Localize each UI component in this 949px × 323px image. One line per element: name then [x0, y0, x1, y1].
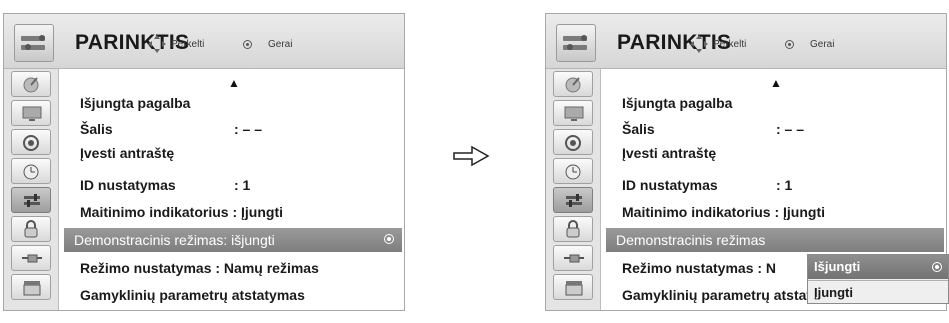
menu-item-country[interactable]: Šalis: – –	[80, 118, 400, 140]
monitor-icon[interactable]	[553, 100, 593, 126]
scroll-up-indicator[interactable]: ▲	[770, 76, 782, 90]
dpad-icon	[690, 35, 708, 53]
menu-item-help-off[interactable]: Išjungta pagalba	[80, 92, 400, 114]
menu-item-demo-mode[interactable]: Demonstracinis režimas	[606, 228, 944, 252]
input-plug-icon[interactable]	[11, 245, 51, 271]
lock-icon[interactable]	[11, 216, 51, 242]
scroll-up-indicator[interactable]: ▲	[228, 76, 240, 90]
menu-item-power-indicator[interactable]: Maitinimo indikatorius : Įjungti	[622, 201, 942, 223]
clock-icon[interactable]	[553, 158, 593, 184]
menu-sidebar	[4, 69, 59, 310]
clapper-icon[interactable]	[553, 274, 593, 300]
menu-item-id-setting[interactable]: ID nustatymas: 1	[80, 174, 400, 196]
dropdown-option-off[interactable]: Išjungti	[808, 255, 948, 279]
menu-item-country[interactable]: Šalis: – –	[622, 118, 942, 140]
ok-icon	[243, 40, 252, 49]
options-icon[interactable]	[553, 187, 593, 213]
transition-arrow-icon	[453, 145, 490, 167]
menu-item-help-off[interactable]: Išjungta pagalba	[622, 92, 942, 114]
options-menu-before: PARINKTIS Perkelti Gerai ▲ Išjungta paga…	[3, 13, 405, 311]
options-icon[interactable]	[11, 187, 51, 213]
menu-header: PARINKTIS Perkelti Gerai	[4, 14, 404, 69]
menu-item-factory-reset[interactable]: Gamyklinių parametrų atstatymas	[80, 284, 400, 306]
ok-icon	[785, 40, 794, 49]
selected-radio-icon	[384, 234, 394, 244]
menu-item-mode-setting[interactable]: Režimo nustatymas : Namų režimas	[80, 257, 400, 279]
satellite-icon[interactable]	[553, 71, 593, 97]
selected-radio-icon	[932, 262, 942, 272]
menu-sidebar	[546, 69, 601, 310]
options-icon	[14, 24, 54, 62]
clock-icon[interactable]	[11, 158, 51, 184]
monitor-icon[interactable]	[11, 100, 51, 126]
demo-mode-dropdown[interactable]: Išjungti Įjungti	[807, 254, 949, 304]
options-icon	[556, 24, 596, 62]
hint-ok: Gerai	[810, 39, 835, 50]
menu-header: PARINKTIS Perkelti Gerai	[546, 14, 946, 69]
dpad-icon	[148, 35, 166, 53]
satellite-icon[interactable]	[11, 71, 51, 97]
hint-move: Perkelti	[171, 39, 205, 50]
menu-item-id-setting[interactable]: ID nustatymas: 1	[622, 174, 942, 196]
dropdown-option-on[interactable]: Įjungti	[808, 280, 948, 304]
speaker-icon[interactable]	[11, 129, 51, 155]
menu-item-demo-mode[interactable]: Demonstracinis režimas: išjungti	[64, 228, 402, 252]
hint-move: Perkelti	[713, 39, 747, 50]
menu-item-set-caption[interactable]: Įvesti antraštę	[622, 142, 942, 164]
speaker-icon[interactable]	[553, 129, 593, 155]
menu-item-power-indicator[interactable]: Maitinimo indikatorius : Įjungti	[80, 201, 400, 223]
clapper-icon[interactable]	[11, 274, 51, 300]
menu-item-set-caption[interactable]: Įvesti antraštę	[80, 142, 400, 164]
lock-icon[interactable]	[553, 216, 593, 242]
hint-ok: Gerai	[268, 39, 293, 50]
input-plug-icon[interactable]	[553, 245, 593, 271]
